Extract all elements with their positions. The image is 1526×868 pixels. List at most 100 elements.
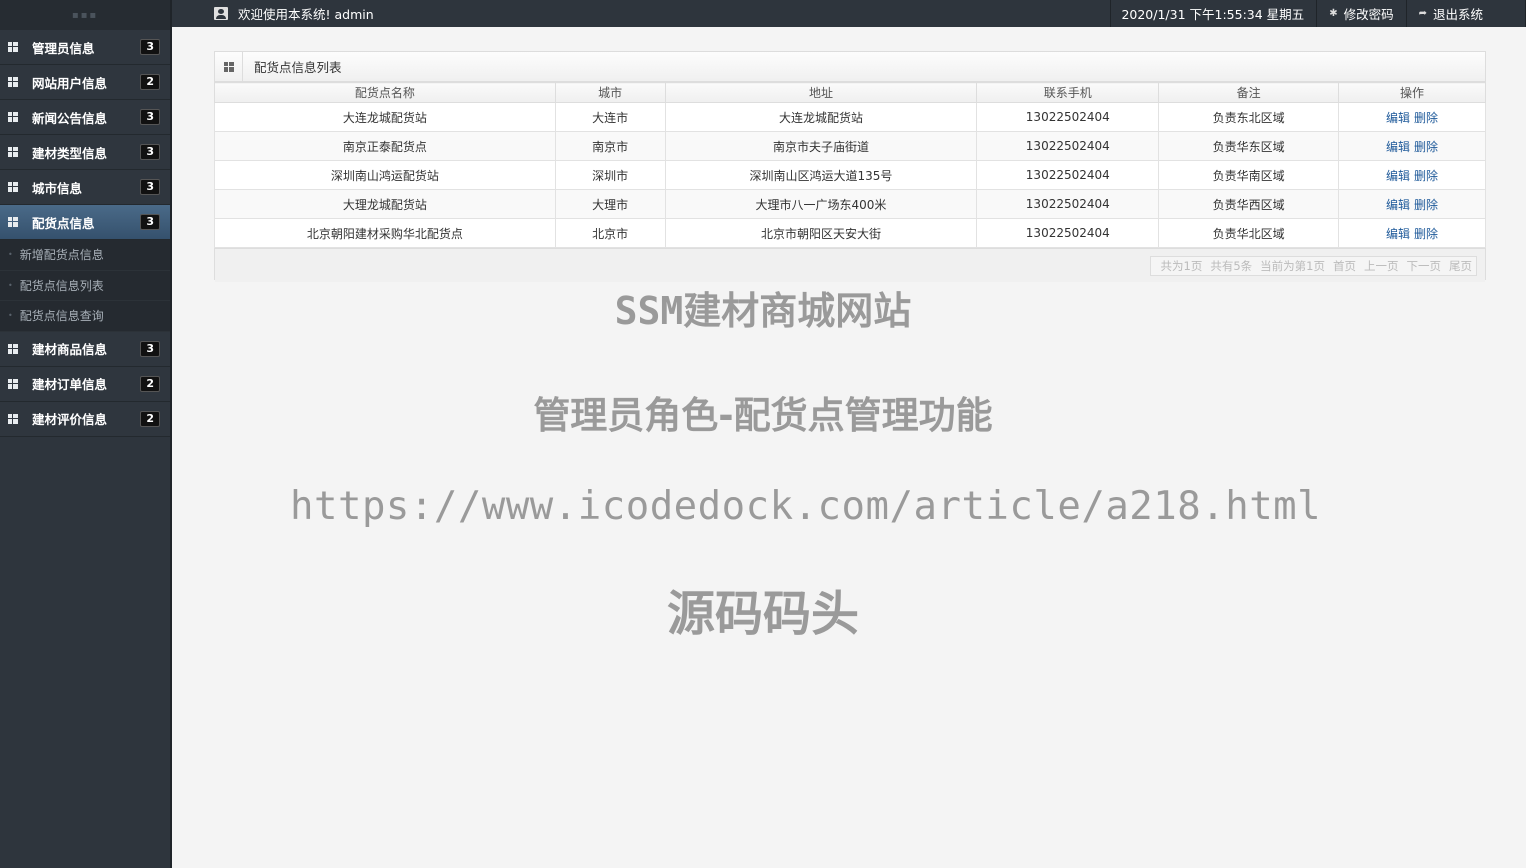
- sidebar-subitem-point-search[interactable]: • 配货点信息查询: [0, 301, 170, 332]
- column-header: 操作: [1338, 82, 1486, 103]
- welcome-area: 欢迎使用本系统! admin: [172, 4, 1110, 23]
- grid-icon: [8, 343, 18, 354]
- cell-name: 大连龙城配货站: [214, 102, 556, 132]
- cell-city: 深圳市: [554, 160, 666, 190]
- column-header: 联系手机: [976, 82, 1160, 103]
- welcome-text: 欢迎使用本系统! admin: [238, 7, 374, 22]
- table-row: 南京正泰配货点 南京市 南京市夫子庙街道 13022502404 负责华东区域 …: [214, 131, 1486, 161]
- cell-address: 南京市夫子庙街道: [664, 131, 978, 161]
- sidebar-item-label: 建材类型信息: [32, 145, 108, 161]
- count-badge: 3: [140, 214, 160, 230]
- sidebar-item-label: 新闻公告信息: [32, 110, 108, 126]
- grid-icon: [8, 42, 18, 52]
- sidebar-item-label: 建材商品信息: [32, 342, 108, 357]
- grid-icon: [223, 61, 234, 72]
- grip-icon: ▪▪▪: [71, 9, 99, 21]
- count-badge: 3: [140, 109, 160, 125]
- edit-link[interactable]: 编辑: [1386, 140, 1410, 154]
- delete-link[interactable]: 删除: [1414, 169, 1438, 183]
- logout-button[interactable]: ➦ 退出系统: [1405, 0, 1526, 27]
- sidebar-item-admin[interactable]: 管理员信息 3: [0, 30, 170, 65]
- sidebar-subitem-label: 配货点信息查询: [19, 309, 104, 324]
- grid-icon: [8, 413, 18, 424]
- sidebar-item-material-types[interactable]: 建材类型信息 3: [0, 135, 170, 170]
- cell-city: 南京市: [554, 131, 666, 161]
- cell-city: 大连市: [554, 102, 666, 132]
- table-row: 大理龙城配货站 大理市 大理市八一广场东400米 13022502404 负责华…: [214, 189, 1486, 219]
- cell-note: 负责华南区域: [1158, 160, 1340, 190]
- watermark-title: SSM建材商城网站: [614, 289, 912, 333]
- cell-note: 负责华北区域: [1158, 218, 1340, 248]
- gear-icon: ✱: [1329, 8, 1338, 19]
- pager-total-pages: 共为1页: [1160, 258, 1203, 273]
- bullet-icon: •: [8, 311, 13, 321]
- sidebar-item-products[interactable]: 建材商品信息 3: [0, 331, 170, 367]
- top-bar: 欢迎使用本系统! admin 2020/1/31 下午1:55:34 星期五 ✱…: [172, 0, 1526, 27]
- sidebar-item-distribution-points[interactable]: 配货点信息 3: [0, 205, 170, 240]
- sidebar-item-news[interactable]: 新闻公告信息 3: [0, 100, 170, 135]
- bullet-icon: •: [8, 280, 13, 290]
- table-row: 北京朝阳建材采购华北配货点 北京市 北京市朝阳区天安大街 13022502404…: [214, 218, 1486, 248]
- cell-note: 负责华东区域: [1158, 131, 1340, 161]
- panel-title: 配货点信息列表: [254, 60, 342, 75]
- delete-link[interactable]: 删除: [1414, 227, 1438, 241]
- user-icon: [214, 7, 228, 20]
- distribution-point-panel: 配货点信息列表 配货点名称 城市 地址 联系手机 备注 操作 大连龙城配货站 大…: [214, 51, 1486, 282]
- edit-link[interactable]: 编辑: [1386, 169, 1410, 183]
- datetime-display: 2020/1/31 下午1:55:34 星期五: [1110, 0, 1316, 27]
- delete-link[interactable]: 删除: [1414, 140, 1438, 154]
- grid-icon: [8, 217, 18, 227]
- sidebar-subitem-label: 配货点信息列表: [19, 278, 104, 293]
- cell-actions: 编辑 删除: [1338, 218, 1486, 248]
- sidebar-item-label: 网站用户信息: [32, 75, 108, 91]
- sidebar-item-site-users[interactable]: 网站用户信息 2: [0, 65, 170, 100]
- sidebar-collapse-handle[interactable]: ▪▪▪: [0, 0, 170, 30]
- grid-icon: [8, 378, 18, 389]
- sidebar-subitem-point-list[interactable]: • 配货点信息列表: [0, 270, 170, 301]
- cell-city: 北京市: [554, 218, 666, 248]
- sidebar-item-label: 建材评价信息: [32, 412, 108, 427]
- cell-phone: 13022502404: [976, 131, 1160, 161]
- sidebar-subitem-add-point[interactable]: • 新增配货点信息: [0, 240, 170, 271]
- cell-city: 大理市: [554, 189, 666, 219]
- pagination-bar: 共为1页 共有5条 当前为第1页 首页 上一页 下一页 尾页: [215, 248, 1485, 282]
- change-password-label: 修改密码: [1343, 7, 1394, 22]
- table-row: 深圳南山鸿运配货站 深圳市 深圳南山区鸿运大道135号 13022502404 …: [214, 160, 1486, 190]
- pager-prev-link[interactable]: 上一页: [1364, 258, 1399, 274]
- watermark-subtitle: 管理员角色-配货点管理功能: [533, 394, 993, 437]
- grid-icon: [8, 112, 18, 122]
- edit-link[interactable]: 编辑: [1386, 227, 1410, 241]
- column-header: 备注: [1158, 82, 1340, 103]
- pager-last-link[interactable]: 尾页: [1449, 258, 1472, 274]
- cell-name: 南京正泰配货点: [214, 131, 556, 161]
- pager-first-link[interactable]: 首页: [1333, 258, 1356, 274]
- table-row: 大连龙城配货站 大连市 大连龙城配货站 13022502404 负责东北区域 编…: [214, 102, 1486, 132]
- bullet-icon: •: [8, 250, 13, 260]
- distribution-point-table: 配货点名称 城市 地址 联系手机 备注 操作 大连龙城配货站 大连市 大连龙城配…: [214, 82, 1486, 248]
- change-password-button[interactable]: ✱ 修改密码: [1316, 0, 1405, 27]
- cell-actions: 编辑 删除: [1338, 102, 1486, 132]
- sidebar-item-reviews[interactable]: 建材评价信息 2: [0, 401, 170, 437]
- watermark-brand: 源码码头: [666, 586, 859, 642]
- cell-name: 深圳南山鸿运配货站: [214, 160, 556, 190]
- pager-next-link[interactable]: 下一页: [1407, 258, 1442, 274]
- sidebar-item-label: 配货点信息: [32, 215, 95, 231]
- delete-link[interactable]: 删除: [1414, 198, 1438, 212]
- sidebar-item-orders[interactable]: 建材订单信息 2: [0, 366, 170, 402]
- column-header: 地址: [664, 82, 978, 103]
- sidebar-item-cities[interactable]: 城市信息 3: [0, 170, 170, 205]
- column-header: 城市: [554, 82, 666, 103]
- cell-address: 大连龙城配货站: [664, 102, 978, 132]
- cell-name: 大理龙城配货站: [214, 189, 556, 219]
- sidebar: ▪▪▪ 管理员信息 3 网站用户信息 2 新闻公告信息 3 建材类型信息 3 城…: [0, 0, 172, 868]
- cell-address: 深圳南山区鸿运大道135号: [664, 160, 978, 190]
- cell-actions: 编辑 删除: [1338, 160, 1486, 190]
- delete-link[interactable]: 删除: [1414, 111, 1438, 125]
- edit-link[interactable]: 编辑: [1386, 111, 1410, 125]
- cell-phone: 13022502404: [976, 218, 1160, 248]
- cell-actions: 编辑 删除: [1338, 131, 1486, 161]
- logout-label: 退出系统: [1432, 7, 1483, 22]
- edit-link[interactable]: 编辑: [1386, 198, 1410, 212]
- sidebar-item-label: 管理员信息: [32, 40, 95, 56]
- cell-name: 北京朝阳建材采购华北配货点: [214, 218, 556, 248]
